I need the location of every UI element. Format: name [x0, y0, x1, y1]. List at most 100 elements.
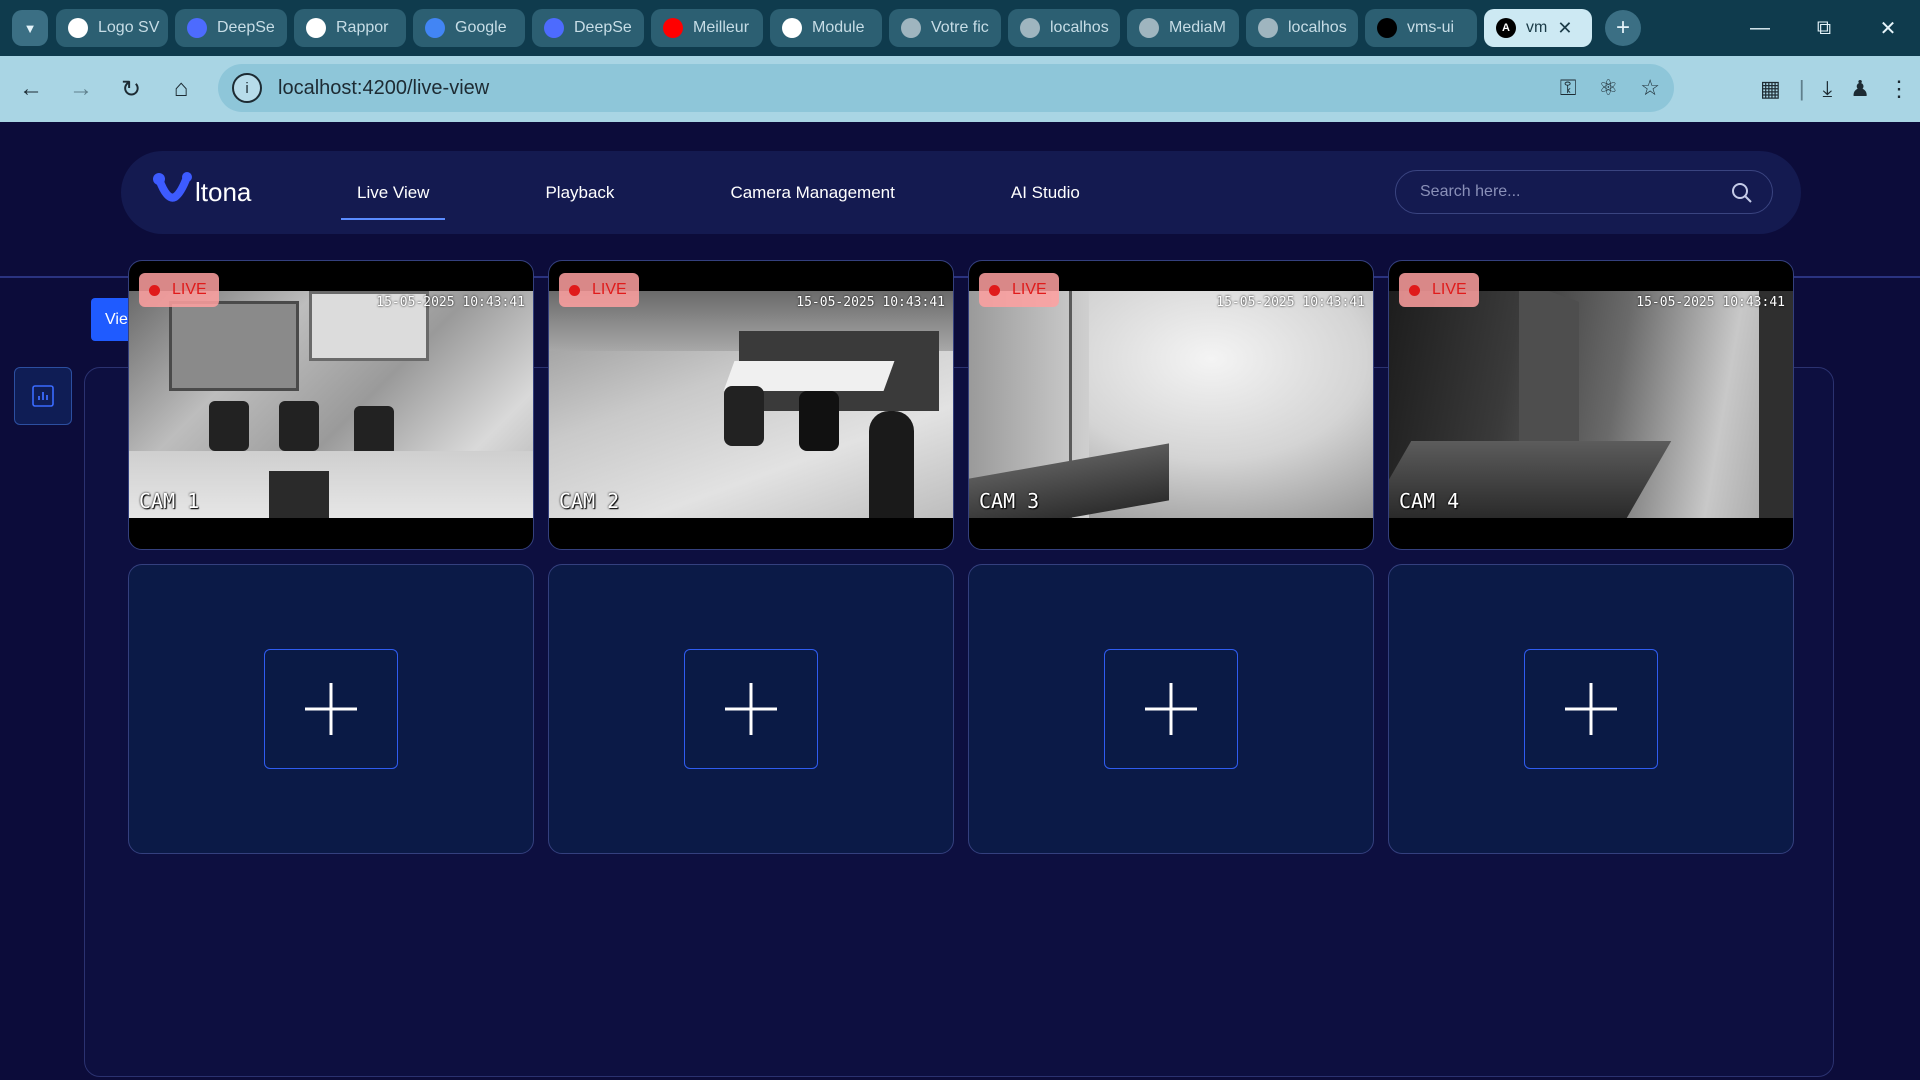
- search-icon[interactable]: [1730, 181, 1754, 205]
- plus-icon: [725, 683, 777, 735]
- camera-grid: LIVE 15-05-2025 10:43:41 CAM 1 LIVE 15-0…: [84, 260, 1834, 1077]
- close-tab-icon[interactable]: ✕: [1557, 18, 1572, 39]
- tab-title: Google: [455, 19, 507, 36]
- browser-tab[interactable]: Votre fic: [889, 9, 1001, 47]
- angular-icon: [1377, 18, 1397, 38]
- password-key-icon[interactable]: ⚿: [1560, 75, 1577, 101]
- browser-tab-bar: ▼ Logo SV DeepSe Rappor Google DeepSe Me…: [0, 0, 1920, 56]
- live-badge: LIVE: [979, 273, 1059, 307]
- live-dot-icon: [569, 284, 580, 296]
- camera-tile[interactable]: LIVE 15-05-2025 10:43:41 CAM 2: [548, 260, 954, 550]
- tab-title: localhos: [1288, 19, 1347, 36]
- tab-title: localhos: [1050, 19, 1109, 36]
- add-camera-button[interactable]: [684, 649, 818, 769]
- site-info-icon[interactable]: i: [232, 73, 262, 103]
- bookmark-star-icon[interactable]: ☆: [1640, 75, 1660, 101]
- empty-camera-slot: [968, 564, 1374, 854]
- url-text[interactable]: localhost:4200/live-view: [278, 77, 489, 100]
- browser-tab[interactable]: MediaM: [1127, 9, 1239, 47]
- empty-camera-slot: [548, 564, 954, 854]
- openai-icon: [68, 18, 88, 38]
- analytics-sidebar-button[interactable]: [14, 367, 72, 425]
- youtube-icon: [663, 18, 683, 38]
- camera-tile[interactable]: LIVE 15-05-2025 10:43:41 CAM 3: [968, 260, 1374, 550]
- toolbar-divider: |: [1798, 76, 1805, 101]
- browser-tab[interactable]: DeepSe: [532, 9, 644, 47]
- search-input[interactable]: [1418, 182, 1718, 202]
- app-root: ltona Live View Playback Camera Manageme…: [0, 122, 1920, 1080]
- live-badge: LIVE: [1399, 273, 1479, 307]
- camera-timestamp: 15-05-2025 10:43:41: [1636, 295, 1785, 310]
- add-camera-button[interactable]: [1104, 649, 1238, 769]
- browser-tab[interactable]: Logo SV: [56, 9, 168, 47]
- close-window-icon[interactable]: ✕: [1856, 0, 1920, 56]
- browser-tab[interactable]: Module: [770, 9, 882, 47]
- live-dot-icon: [989, 284, 1000, 296]
- browser-tab[interactable]: localhos: [1008, 9, 1120, 47]
- camera-tile[interactable]: LIVE 15-05-2025 10:43:41 CAM 1: [128, 260, 534, 550]
- camera-feed-cam4: [1389, 291, 1793, 518]
- camera-tile[interactable]: LIVE 15-05-2025 10:43:41 CAM 4: [1388, 260, 1794, 550]
- browser-tab[interactable]: Google: [413, 9, 525, 47]
- chevron-down-icon: ▼: [23, 20, 37, 36]
- tab-search-button[interactable]: ▼: [12, 10, 48, 46]
- camera-timestamp: 15-05-2025 10:43:41: [1216, 295, 1365, 310]
- camera-feed-cam3: [969, 291, 1373, 518]
- nav-playback[interactable]: Playback: [529, 151, 630, 234]
- deepseek-icon: [544, 18, 564, 38]
- nav-ai-studio[interactable]: AI Studio: [995, 151, 1096, 234]
- home-icon[interactable]: ⌂: [156, 64, 206, 114]
- browser-tabs: Logo SV DeepSe Rappor Google DeepSe Meil…: [56, 9, 1599, 47]
- forward-arrow-icon[interactable]: →: [56, 64, 106, 114]
- browser-tab[interactable]: Meilleur: [651, 9, 763, 47]
- nav-live-view[interactable]: Live View: [341, 151, 446, 234]
- logo-mark-icon: [153, 172, 192, 202]
- address-bar-actions: ⚿ ⚛ ☆: [1560, 64, 1660, 112]
- empty-camera-slot: [128, 564, 534, 854]
- tab-title: Rappor: [336, 19, 389, 36]
- logo[interactable]: ltona: [151, 171, 251, 207]
- tab-title: vms-ui: [1407, 19, 1455, 36]
- tab-title: DeepSe: [217, 19, 275, 36]
- menu-kebab-icon[interactable]: ⋮: [1888, 76, 1910, 102]
- browser-tab[interactable]: DeepSe: [175, 9, 287, 47]
- empty-camera-slot: [1388, 564, 1794, 854]
- live-label: LIVE: [1012, 281, 1047, 298]
- tab-title: Votre fic: [931, 19, 989, 36]
- toolbar-actions: ▦ | ⤓ ♟ ⋮: [1760, 56, 1910, 122]
- browser-tab[interactable]: Rappor: [294, 9, 406, 47]
- logo-text: ltona: [195, 177, 252, 207]
- browser-tab[interactable]: localhos: [1246, 9, 1358, 47]
- live-label: LIVE: [1432, 281, 1467, 298]
- reload-icon[interactable]: ↻: [106, 64, 156, 114]
- angular-icon: A: [1496, 18, 1516, 38]
- add-camera-button[interactable]: [1524, 649, 1658, 769]
- add-camera-button[interactable]: [264, 649, 398, 769]
- minimize-icon[interactable]: —: [1728, 0, 1792, 56]
- browser-tab-active[interactable]: A vm ✕: [1484, 9, 1592, 47]
- extensions-icon[interactable]: ▦: [1760, 76, 1781, 102]
- back-arrow-icon[interactable]: ←: [6, 64, 56, 114]
- live-label: LIVE: [592, 281, 627, 298]
- download-icon[interactable]: ⤓: [1823, 76, 1833, 102]
- plus-icon: +: [1615, 14, 1630, 41]
- bar-chart-icon: [32, 385, 54, 407]
- openai-icon: [306, 18, 326, 38]
- nav-camera-management[interactable]: Camera Management: [714, 151, 910, 234]
- browser-tab[interactable]: vms-ui: [1365, 9, 1477, 47]
- globe-icon: [1020, 18, 1040, 38]
- new-tab-button[interactable]: +: [1605, 10, 1641, 46]
- live-label: LIVE: [172, 281, 207, 298]
- live-badge: LIVE: [139, 273, 219, 307]
- tab-title: Logo SV: [98, 19, 160, 36]
- camera-timestamp: 15-05-2025 10:43:41: [796, 295, 945, 310]
- live-dot-icon: [1409, 284, 1420, 296]
- profile-avatar-icon[interactable]: ♟: [1850, 76, 1870, 102]
- address-bar[interactable]: i localhost:4200/live-view ⚿ ⚛ ☆: [218, 64, 1674, 112]
- plus-icon: [1145, 683, 1197, 735]
- translate-icon[interactable]: ⚛: [1599, 75, 1619, 101]
- camera-timestamp: 15-05-2025 10:43:41: [376, 295, 525, 310]
- restore-icon[interactable]: ⧉: [1792, 0, 1856, 56]
- google-translate-icon: [425, 18, 445, 38]
- camera-feed-cam2: [549, 291, 953, 518]
